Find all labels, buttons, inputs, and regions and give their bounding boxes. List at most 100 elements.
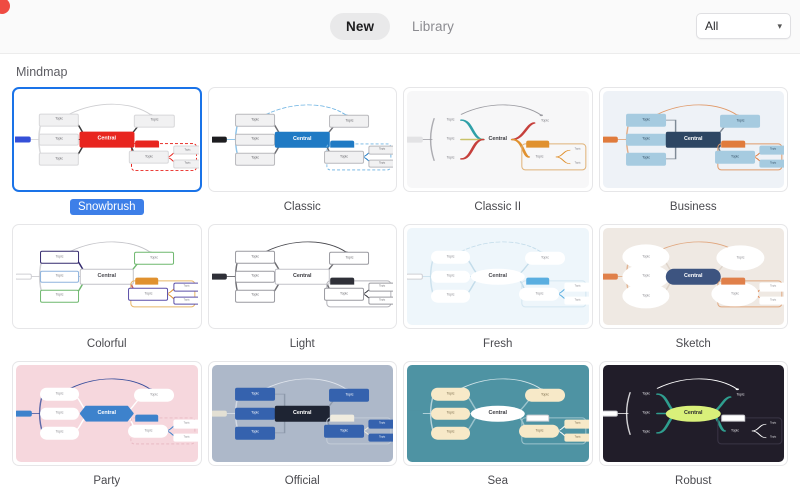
template-card[interactable]: Topic Topic Topic Topic Central Topic Topic Top…: [12, 361, 202, 489]
mindmap-accent-chip: [602, 410, 618, 417]
mindmap-accent-chip: [15, 136, 31, 143]
template-card[interactable]: Topic Topic Topic Topic Central Topic Topic Top…: [12, 224, 202, 352]
mindmap-subtopic-node: Topic: [368, 433, 393, 443]
mindmap-topic-node: Topic: [731, 428, 739, 433]
template-thumbnail[interactable]: Topic Topic Topic Topic Central Topic Topic Top…: [207, 224, 397, 329]
mindmap-subtopic-node: Topic: [564, 296, 589, 306]
mindmap-topic-node: Topic: [39, 289, 80, 303]
mindmap-topic-node: Topic: [128, 287, 169, 301]
mindmap-subtopic-node: Topic: [759, 159, 784, 169]
mindmap-subtopic-node: Topic: [368, 296, 393, 306]
mindmap-accent-chip: [211, 273, 227, 280]
mindmap-accent-chip: [330, 414, 354, 422]
template-card[interactable]: Topic Topic Topic Topic Central Topic Topic Top…: [12, 87, 202, 215]
template-card[interactable]: Topic Topic Topic Topic Central Topic Topic Top…: [598, 361, 788, 489]
window-close-traffic-light[interactable]: [0, 0, 10, 14]
mindmap-topic-node: Topic: [524, 251, 565, 265]
mindmap-topic-node: Topic: [430, 250, 471, 264]
mindmap-topic-node: Topic: [446, 117, 455, 122]
mindmap-topic-node: Topic: [324, 424, 364, 438]
mindmap-subtopic-node: Topic: [173, 433, 198, 443]
template-card-label: Light: [289, 338, 315, 350]
mindmap-topic-node: Topic: [626, 133, 667, 146]
mindmap-central-node: Central: [488, 135, 508, 142]
mindmap-topic-node: Topic: [133, 388, 174, 402]
template-thumbnail[interactable]: Topic Topic Topic Topic Central Topic Topic Top…: [598, 361, 788, 466]
template-grid: Topic Topic Topic Topic Central Topic Topic Top…: [12, 87, 788, 489]
template-card[interactable]: Topic Topic Topic Topic Central Topic Topic Top…: [403, 361, 593, 489]
template-thumbnail[interactable]: Topic Topic Topic Topic Central Topic Topic Top…: [598, 87, 788, 192]
template-card-label: Robust: [675, 475, 712, 487]
mindmap-topic-node: Topic: [134, 114, 175, 128]
template-thumbnail[interactable]: Topic Topic Topic Topic Central Topic Topic Top…: [207, 361, 397, 466]
template-thumbnail[interactable]: Topic Topic Topic Topic Central Topic Topic Top…: [207, 87, 397, 192]
template-card[interactable]: Topic Topic Topic Topic Central Topic Topic Top…: [598, 224, 788, 352]
mindmap-topic-node: Topic: [38, 113, 80, 127]
mindmap-accent-chip: [407, 136, 423, 143]
mindmap-subtopic-node: Topic: [368, 419, 393, 429]
mindmap-topic-node: Topic: [39, 426, 80, 440]
mindmap-subtopic-node: Topic: [759, 145, 784, 155]
mindmap-central-node: Central: [79, 405, 134, 422]
mindmap-subtopic-node: Topic: [173, 419, 198, 429]
mindmap-accent-chip: [525, 414, 550, 422]
template-thumbnail[interactable]: Topic Topic Topic Topic Central Topic Topic Top…: [598, 224, 788, 329]
template-card[interactable]: Topic Topic Topic Topic Central Topic Topic Top…: [207, 224, 397, 352]
template-card[interactable]: Topic Topic Topic Topic Central Topic Topic Top…: [598, 87, 788, 215]
template-thumbnail[interactable]: Topic Topic Topic Topic Central Topic Topic Top…: [12, 224, 202, 329]
template-card[interactable]: Topic Topic Topic Topic Central Topic Topic Top…: [207, 361, 397, 489]
mindmap-subtopic-node: Topic: [173, 296, 198, 306]
mindmap-topic-node: Topic: [38, 133, 80, 146]
mindmap-accent-chip: [407, 273, 423, 280]
template-thumbnail[interactable]: Topic Topic Topic Topic Central Topic Topic Top…: [12, 361, 202, 466]
template-thumbnail[interactable]: Topic Topic Topic Topic Central Topic Topic Top…: [403, 224, 593, 329]
mindmap-topic-node: Topic: [446, 156, 455, 161]
template-card[interactable]: Topic Topic Topic Topic Central Topic Topic Top…: [207, 87, 397, 215]
mindmap-subtopic-node: Topic: [368, 145, 393, 155]
mindmap-accent-chip: [525, 140, 550, 148]
mindmap-subtopic-node: Topic: [564, 433, 589, 443]
mindmap-central-node: Central: [79, 131, 135, 148]
mindmap-subtopic-node: Topic: [173, 159, 199, 169]
mindmap-accent-chip: [721, 140, 745, 148]
mindmap-topic-node: Topic: [626, 113, 667, 127]
mindmap-accent-chip: [407, 410, 423, 417]
mindmap-accent-chip: [211, 410, 227, 417]
template-thumbnail[interactable]: Topic Topic Topic Topic Central Topic Topic Top…: [403, 361, 593, 466]
mindmap-central-node: Central: [275, 131, 330, 148]
template-card-label: Sketch: [675, 338, 711, 350]
mindmap-topic-node: Topic: [626, 152, 667, 166]
mindmap-central-node: Central: [79, 268, 134, 285]
template-card-label: Business: [669, 201, 717, 213]
mindmap-preview: Topic Topic Topic Topic Central Topic Topic Top…: [407, 228, 589, 325]
mindmap-topic-node: Topic: [324, 150, 364, 164]
mindmap-central-node: Central: [275, 405, 330, 422]
mindmap-preview: Topic Topic Topic Topic Central Topic Topic Top…: [407, 91, 589, 188]
template-card[interactable]: Topic Topic Topic Topic Central Topic Topic Top…: [403, 224, 593, 352]
template-card[interactable]: Topic Topic Topic Topic Central Topic Topic Top…: [403, 87, 593, 215]
category-filter-value: All: [705, 19, 719, 33]
mindmap-topic-node: Topic: [540, 118, 549, 123]
mindmap-preview: Topic Topic Topic Topic Central Topic Topic Top…: [211, 228, 393, 325]
mindmap-topic-node: Topic: [524, 388, 565, 402]
mindmap-topic-node: Topic: [235, 426, 276, 440]
mindmap-topic-node: Topic: [430, 426, 471, 440]
tab-new[interactable]: New: [329, 13, 391, 40]
mindmap-accent-chip: [134, 414, 159, 422]
mindmap-subtopic-node: Topic: [564, 419, 589, 429]
mindmap-accent-chip: [330, 140, 354, 148]
template-thumbnail[interactable]: Topic Topic Topic Topic Central Topic Topic Top…: [12, 87, 202, 192]
mindmap-accent-chip: [330, 277, 354, 285]
mindmap-preview: Topic Topic Topic Topic Central Topic Topic Top…: [602, 91, 784, 188]
template-thumbnail[interactable]: Topic Topic Topic Topic Central Topic Topic Top…: [403, 87, 593, 192]
mindmap-subtopic-node: Topic: [368, 159, 393, 169]
mindmap-topic-node: Topic: [720, 114, 761, 128]
mindmap-subtopic-node: Topic: [173, 145, 199, 155]
mindmap-topic-node: Topic: [642, 430, 651, 435]
category-filter-dropdown[interactable]: All ▾: [696, 13, 791, 39]
mindmap-topic-node: Topic: [235, 407, 276, 420]
mindmap-topic-node: Topic: [642, 391, 651, 396]
mindmap-preview: Topic Topic Topic Topic Central Topic Topic Top…: [16, 365, 198, 462]
mindmap-subtopic-node: Topic: [368, 282, 393, 292]
tab-library[interactable]: Library: [396, 13, 470, 40]
